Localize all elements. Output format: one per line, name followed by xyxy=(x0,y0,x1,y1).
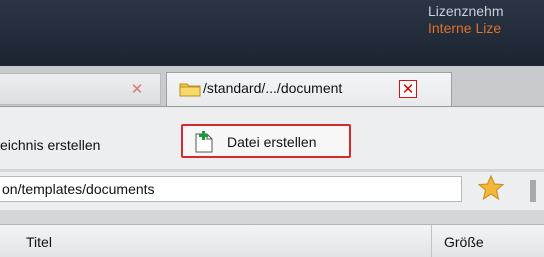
create-folder-button[interactable]: eichnis erstellen xyxy=(0,137,100,153)
scroll-handle[interactable] xyxy=(530,180,536,202)
tab-documents[interactable]: /standard/.../document ✕ xyxy=(166,72,452,106)
column-header-row: Titel Größe xyxy=(0,224,544,257)
app-header: Lizenznehm Interne Lize xyxy=(0,0,544,66)
star-icon[interactable] xyxy=(477,174,505,202)
column-title[interactable]: Titel xyxy=(26,234,52,250)
column-size[interactable]: Größe xyxy=(444,234,484,250)
tab-bar: ✕ /standard/.../document ✕ xyxy=(0,66,544,107)
license-type-text: Interne Lize xyxy=(428,20,502,36)
toolbar: eichnis erstellen Datei erstellen xyxy=(0,107,544,169)
new-file-icon xyxy=(195,131,213,153)
folder-icon xyxy=(179,83,201,97)
create-file-button[interactable]: Datei erstellen xyxy=(181,124,351,158)
close-icon[interactable]: ✕ xyxy=(129,81,145,97)
license-holder-text: Lizenznehm xyxy=(428,3,504,19)
tab-documents-label: /standard/.../document xyxy=(203,80,343,96)
tab-previous[interactable]: ✕ xyxy=(0,73,161,105)
path-input[interactable]: on/templates/documents xyxy=(0,176,462,202)
path-bar: on/templates/documents xyxy=(0,172,544,210)
create-file-label: Datei erstellen xyxy=(227,134,317,150)
close-icon[interactable]: ✕ xyxy=(399,80,417,98)
column-divider[interactable] xyxy=(431,225,432,257)
